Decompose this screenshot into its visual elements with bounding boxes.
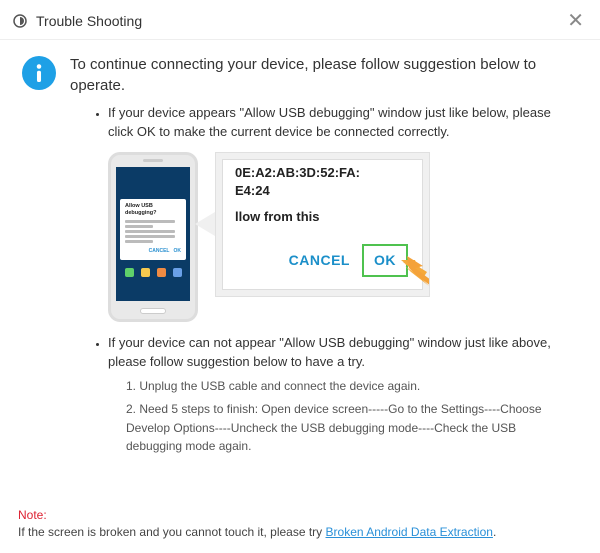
content: To continue connecting your device, plea… [0, 40, 600, 456]
phone-dialog-title: Allow USB debugging? [125, 203, 181, 217]
window-title: Trouble Shooting [36, 13, 563, 29]
zoom-fingerprint: 0E:A2:AB:3D:52:FA: E4:24 [235, 164, 414, 200]
zoom-cancel-button: CANCEL [289, 250, 350, 270]
list-item: If your device can not appear "Allow USB… [108, 334, 568, 456]
substep-2: 2. Need 5 steps to finish: Open device s… [126, 400, 568, 456]
list-item: If your device appears "Allow USB debugg… [108, 104, 568, 322]
callout-pointer [195, 212, 215, 236]
intro-text: To continue connecting your device, plea… [70, 54, 578, 96]
note-label: Note: [18, 508, 47, 522]
zoom-allow-from: llow from this [235, 208, 320, 227]
zoom-ok-button: OK [362, 244, 408, 276]
close-icon[interactable]: ✕ [563, 8, 588, 33]
zoom-actions: CANCEL OK [289, 244, 408, 276]
instruction-list: If your device appears "Allow USB debugg… [108, 104, 568, 456]
info-icon [22, 56, 56, 90]
note-text-after: . [493, 525, 496, 539]
substeps: 1. Unplug the USB cable and connect the … [126, 377, 568, 455]
illustration: Allow USB debugging? CANCEL OK [108, 152, 568, 322]
footer-note: Note: If the screen is broken and you ca… [18, 507, 582, 541]
note-text-before: If the screen is broken and you cannot t… [18, 525, 326, 539]
zoomed-dialog: 0E:A2:AB:3D:52:FA: E4:24 llow from this … [215, 152, 430, 297]
instruction-1-text: If your device appears "Allow USB debugg… [108, 105, 551, 139]
substep-1: 1. Unplug the USB cable and connect the … [126, 377, 568, 396]
intro-row: To continue connecting your device, plea… [22, 54, 578, 96]
broken-android-link[interactable]: Broken Android Data Extraction [326, 525, 493, 539]
phone-dialog: Allow USB debugging? CANCEL OK [120, 199, 186, 261]
app-icon [12, 13, 28, 29]
instruction-2-text: If your device can not appear "Allow USB… [108, 335, 551, 369]
titlebar: Trouble Shooting ✕ [0, 0, 600, 40]
phone-cancel: CANCEL [149, 248, 170, 255]
phone-mockup: Allow USB debugging? CANCEL OK [108, 152, 198, 322]
phone-ok: OK [174, 248, 182, 255]
